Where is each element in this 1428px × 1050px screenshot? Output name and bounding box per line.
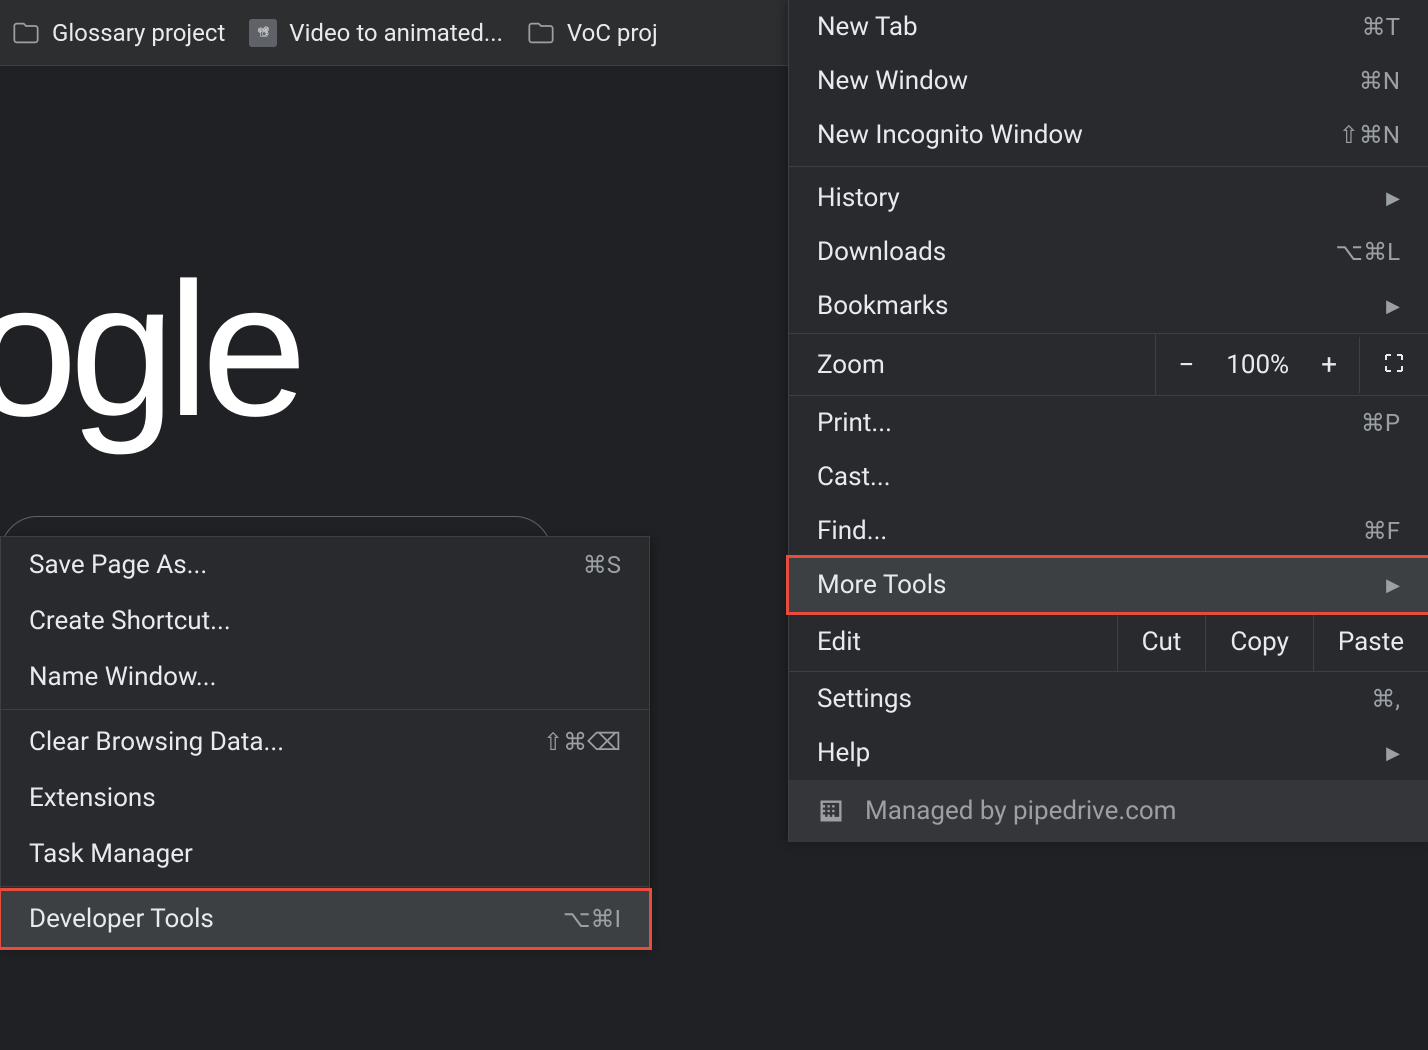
browser-main-menu: New Tab ⌘T New Window ⌘N New Incognito W… bbox=[788, 0, 1428, 842]
submenu-label: Task Manager bbox=[29, 839, 193, 869]
menu-label: Settings bbox=[817, 684, 912, 714]
shortcut-text: ⇧⌘N bbox=[1339, 121, 1400, 149]
separator bbox=[789, 166, 1428, 167]
copy-button[interactable]: Copy bbox=[1205, 613, 1313, 671]
folder-icon bbox=[527, 19, 555, 47]
submenu-clear-data[interactable]: Clear Browsing Data... ⇧⌘⌫ bbox=[1, 714, 649, 770]
submenu-label: Extensions bbox=[29, 783, 156, 813]
menu-label: New Window bbox=[817, 66, 968, 96]
submenu-name-window[interactable]: Name Window... bbox=[1, 649, 649, 705]
managed-by-row[interactable]: Managed by pipedrive.com bbox=[789, 780, 1428, 842]
menu-label: Help bbox=[817, 738, 870, 768]
submenu-developer-tools[interactable]: Developer Tools ⌥⌘I bbox=[0, 888, 652, 950]
zoom-controls: − 100% + bbox=[1155, 334, 1359, 395]
zoom-out-button[interactable]: − bbox=[1156, 334, 1216, 395]
menu-bookmarks[interactable]: Bookmarks ▶ bbox=[789, 279, 1428, 333]
menu-zoom-row: Zoom − 100% + bbox=[789, 333, 1428, 396]
separator bbox=[1, 886, 649, 887]
bookmark-label: Glossary project bbox=[52, 19, 225, 47]
menu-cast[interactable]: Cast... bbox=[789, 450, 1428, 504]
submenu-task-manager[interactable]: Task Manager bbox=[1, 826, 649, 882]
shortcut-text: ⌥⌘L bbox=[1335, 238, 1400, 266]
zoom-label: Zoom bbox=[789, 336, 1155, 394]
zoom-in-button[interactable]: + bbox=[1299, 334, 1359, 395]
menu-label: Find... bbox=[817, 516, 887, 546]
shortcut-text: ⌘S bbox=[583, 551, 621, 579]
shortcut-text: ⌘P bbox=[1361, 409, 1400, 437]
submenu-extensions[interactable]: Extensions bbox=[1, 770, 649, 826]
menu-label: New Incognito Window bbox=[817, 120, 1083, 150]
paste-button[interactable]: Paste bbox=[1313, 613, 1428, 671]
chevron-right-icon: ▶ bbox=[1386, 575, 1400, 596]
menu-help[interactable]: Help ▶ bbox=[789, 726, 1428, 780]
bookmark-glossary[interactable]: Glossary project bbox=[12, 19, 225, 47]
menu-downloads[interactable]: Downloads ⌥⌘L bbox=[789, 225, 1428, 279]
submenu-create-shortcut[interactable]: Create Shortcut... bbox=[1, 593, 649, 649]
menu-label: Print... bbox=[817, 408, 892, 438]
menu-more-tools[interactable]: More Tools ▶ bbox=[786, 555, 1428, 615]
menu-label: Cast... bbox=[817, 462, 891, 492]
managed-text: Managed by pipedrive.com bbox=[865, 796, 1176, 826]
bookmark-label: Video to animated... bbox=[289, 19, 503, 47]
submenu-label: Create Shortcut... bbox=[29, 606, 231, 636]
submenu-label: Name Window... bbox=[29, 662, 217, 692]
menu-new-tab[interactable]: New Tab ⌘T bbox=[789, 0, 1428, 54]
folder-icon bbox=[12, 19, 40, 47]
submenu-label: Save Page As... bbox=[29, 550, 207, 580]
building-icon bbox=[817, 797, 845, 825]
shortcut-text: ⌥⌘I bbox=[563, 905, 621, 933]
menu-label: More Tools bbox=[817, 570, 946, 600]
cut-button[interactable]: Cut bbox=[1117, 613, 1206, 671]
menu-find[interactable]: Find... ⌘F bbox=[789, 504, 1428, 558]
edit-label: Edit bbox=[789, 613, 1117, 671]
google-logo: ogle bbox=[0, 241, 299, 459]
chevron-right-icon: ▶ bbox=[1386, 188, 1400, 209]
menu-new-window[interactable]: New Window ⌘N bbox=[789, 54, 1428, 108]
bookmark-voc[interactable]: VoC proj bbox=[527, 19, 658, 47]
menu-label: History bbox=[817, 183, 900, 213]
more-tools-submenu: Save Page As... ⌘S Create Shortcut... Na… bbox=[0, 536, 650, 948]
menu-settings[interactable]: Settings ⌘, bbox=[789, 672, 1428, 726]
shortcut-text: ⌘T bbox=[1362, 13, 1400, 41]
menu-edit-row: Edit Cut Copy Paste bbox=[789, 612, 1428, 672]
shortcut-text: ⇧⌘⌫ bbox=[543, 728, 621, 756]
gif-icon: 📽 bbox=[249, 19, 277, 47]
menu-label: Downloads bbox=[817, 237, 946, 267]
submenu-save-page[interactable]: Save Page As... ⌘S bbox=[1, 537, 649, 593]
menu-history[interactable]: History ▶ bbox=[789, 171, 1428, 225]
shortcut-text: ⌘, bbox=[1371, 685, 1400, 713]
fullscreen-icon bbox=[1382, 351, 1406, 375]
menu-label: Bookmarks bbox=[817, 291, 948, 321]
submenu-label: Clear Browsing Data... bbox=[29, 727, 284, 757]
chevron-right-icon: ▶ bbox=[1386, 296, 1400, 317]
shortcut-text: ⌘N bbox=[1359, 67, 1400, 95]
zoom-value: 100% bbox=[1216, 336, 1299, 394]
submenu-label: Developer Tools bbox=[29, 904, 214, 934]
separator bbox=[1, 709, 649, 710]
menu-new-incognito[interactable]: New Incognito Window ⇧⌘N bbox=[789, 108, 1428, 162]
bookmark-video[interactable]: 📽 Video to animated... bbox=[249, 19, 503, 47]
chevron-right-icon: ▶ bbox=[1386, 743, 1400, 764]
bookmark-label: VoC proj bbox=[567, 19, 658, 47]
fullscreen-button[interactable] bbox=[1359, 337, 1428, 393]
menu-print[interactable]: Print... ⌘P bbox=[789, 396, 1428, 450]
menu-label: New Tab bbox=[817, 12, 918, 42]
shortcut-text: ⌘F bbox=[1363, 517, 1400, 545]
